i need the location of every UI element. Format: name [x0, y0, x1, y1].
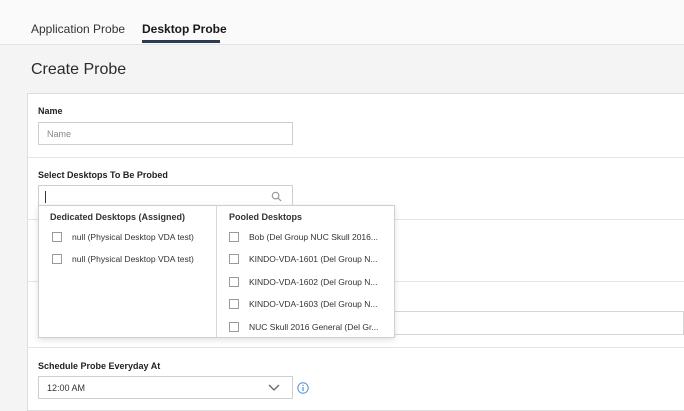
name-input[interactable]: Name	[38, 122, 293, 145]
dedicated-desktops-title: Dedicated Desktops (Assigned)	[50, 212, 186, 222]
schedule-time-select[interactable]: 12:00 AM	[38, 376, 293, 399]
text-caret	[45, 191, 46, 203]
checkbox[interactable]	[229, 299, 239, 309]
hidden-field-edge	[394, 311, 684, 335]
tab-bar: Application Probe Desktop Probe	[0, 0, 684, 45]
pooled-desktop-option[interactable]: KINDO-VDA-1602 (Del Group N...	[249, 277, 377, 287]
page-title: Create Probe	[31, 61, 127, 78]
section-divider	[27, 347, 684, 348]
checkbox[interactable]	[229, 232, 239, 242]
info-icon[interactable]	[297, 382, 309, 394]
checkbox[interactable]	[229, 322, 239, 332]
column-divider	[216, 206, 217, 337]
search-icon[interactable]	[271, 191, 282, 202]
checkbox[interactable]	[52, 254, 62, 264]
dedicated-desktop-option[interactable]: null (Physical Desktop VDA test)	[72, 232, 194, 242]
tab-application-probe[interactable]: Application Probe	[31, 22, 125, 36]
active-tab-indicator	[142, 40, 220, 43]
pooled-desktop-option[interactable]: KINDO-VDA-1601 (Del Group N...	[249, 254, 377, 264]
section-divider	[27, 157, 684, 158]
schedule-time-value: 12:00 AM	[47, 383, 86, 393]
pooled-desktops-title: Pooled Desktops	[229, 212, 303, 222]
pooled-desktop-option[interactable]: Bob (Del Group NUC Skull 2016...	[249, 232, 378, 242]
tab-desktop-probe[interactable]: Desktop Probe	[142, 22, 227, 36]
checkbox[interactable]	[229, 254, 239, 264]
chevron-down-icon[interactable]	[268, 382, 280, 392]
pooled-desktop-option[interactable]: KINDO-VDA-1603 (Del Group N...	[249, 299, 377, 309]
name-label: Name	[38, 106, 63, 116]
desktops-dropdown: Dedicated Desktops (Assigned) Pooled Des…	[38, 205, 395, 338]
pooled-desktop-option[interactable]: NUC Skull 2016 General (Del Gr...	[249, 322, 378, 332]
desktops-search-input[interactable]	[38, 185, 293, 207]
schedule-label: Schedule Probe Everyday At	[38, 361, 161, 371]
desktops-label: Select Desktops To Be Probed	[38, 170, 168, 180]
dedicated-desktop-option[interactable]: null (Physical Desktop VDA test)	[72, 254, 194, 264]
checkbox[interactable]	[52, 232, 62, 242]
checkbox[interactable]	[229, 277, 239, 287]
